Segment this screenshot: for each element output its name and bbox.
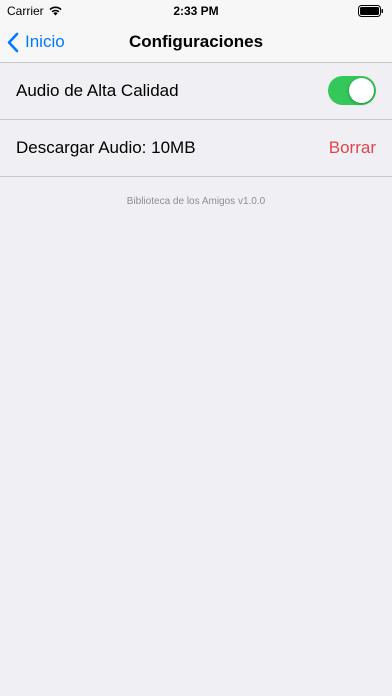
toggle-knob [349,78,374,103]
status-bar: Carrier 2:33 PM [0,0,392,22]
battery-icon [358,5,383,17]
setting-row-high-quality-audio: Audio de Alta Calidad [0,63,392,120]
status-time: 2:33 PM [173,4,219,18]
setting-row-downloaded-audio: Descargar Audio: 10MB Borrar [0,120,392,177]
downloaded-audio-label: Descargar Audio: 10MB [16,138,196,157]
back-button-label: Inicio [25,32,65,51]
clear-audio-button[interactable]: Borrar [329,120,376,176]
navigation-bar: Inicio Configuraciones [0,22,392,63]
settings-list: Audio de Alta Calidad Descargar Audio: 1… [0,63,392,177]
high-quality-audio-label: Audio de Alta Calidad [16,81,179,100]
high-quality-audio-toggle[interactable] [328,76,376,105]
chevron-left-icon [7,32,19,52]
app-version-label: Biblioteca de los Amigos v1.0.0 [126,196,266,207]
back-button[interactable]: Inicio [6,22,65,62]
